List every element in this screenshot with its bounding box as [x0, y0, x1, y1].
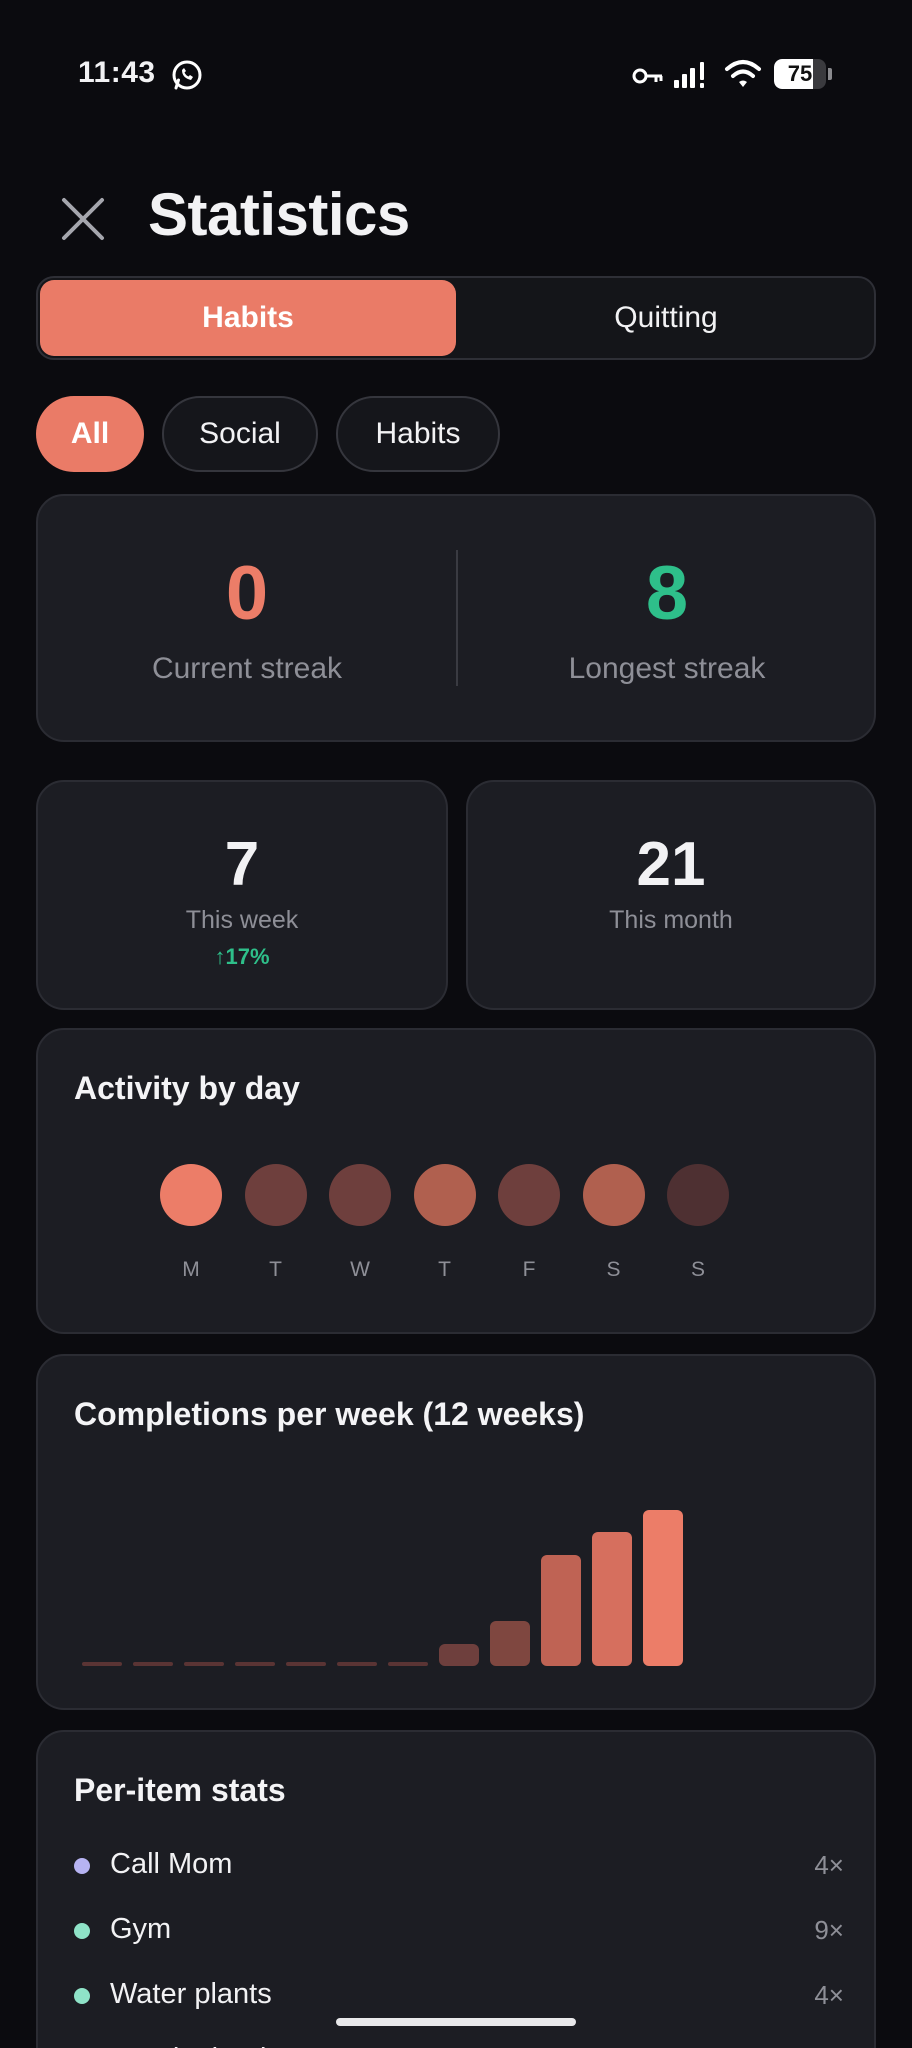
- completions-bar-chart: [82, 1496, 722, 1666]
- completions-bar: [184, 1662, 224, 1666]
- per-item-name: Water plants: [110, 1978, 272, 2010]
- activity-day-dot: [667, 1164, 729, 1226]
- activity-day-dot: [329, 1164, 391, 1226]
- activity-day-2: W: [329, 1164, 393, 1314]
- per-item-count: 9×: [814, 1915, 844, 1945]
- per-item-row[interactable]: Call Mom 4×: [74, 1842, 844, 1892]
- activity-day-label: S: [690, 1258, 705, 1281]
- streak-card: 0 Current streak 8 Longest streak: [36, 494, 876, 742]
- per-item-row[interactable]: Water plants 4×: [74, 1972, 844, 2022]
- this-week-delta: ↑17%: [214, 944, 270, 969]
- per-item-row[interactable]: Gym 9×: [74, 1907, 844, 1957]
- tab-quitting[interactable]: Quitting: [458, 280, 874, 356]
- per-item-count: 4×: [814, 1850, 844, 1880]
- battery-level: 75: [787, 61, 813, 86]
- this-week-label: This week: [185, 906, 299, 934]
- filter-chip-habits[interactable]: Habits: [336, 396, 500, 472]
- completions-bar: [235, 1662, 275, 1666]
- completions-card: Completions per week (12 weeks): [36, 1354, 876, 1710]
- per-item-name: Call Mom: [110, 1848, 233, 1880]
- per-item-stats-card: Per-item stats Call Mom 4× Gym 9× Water plan…: [36, 1730, 876, 2048]
- current-streak-value: 0: [225, 551, 269, 636]
- completions-bar: [439, 1643, 479, 1666]
- per-item-dot: [74, 1858, 90, 1874]
- completions-title: Completions per week (12 weeks): [74, 1396, 585, 1432]
- battery-icon: 75: [774, 59, 834, 89]
- page-title: Statistics: [148, 181, 410, 248]
- signal-icon: [674, 62, 704, 88]
- per-item-title: Per-item stats: [74, 1772, 286, 1808]
- completions-bar: [490, 1621, 530, 1666]
- activity-day-label: M: [182, 1258, 200, 1281]
- this-week-value: 7: [224, 830, 260, 899]
- this-month-label: This month: [609, 906, 733, 934]
- per-item-name: Read a book: [110, 2043, 274, 2048]
- whatsapp-icon: [172, 60, 202, 90]
- longest-streak-value: 8: [645, 551, 689, 636]
- status-bar: 11:43 75: [0, 0, 912, 150]
- activity-day-6: S: [667, 1164, 731, 1314]
- activity-day-label: S: [606, 1258, 621, 1281]
- type-segmented-control: Habits Quitting: [36, 276, 876, 360]
- longest-streak-label: Longest streak: [568, 652, 766, 685]
- this-month-value: 21: [636, 830, 706, 899]
- activity-day-dot: [413, 1164, 476, 1226]
- completions-bar: [388, 1662, 428, 1666]
- current-streak: 0 Current streak: [38, 496, 456, 744]
- activity-day-label: T: [269, 1258, 282, 1281]
- home-indicator: [336, 2018, 576, 2026]
- per-item-dot: [74, 1988, 90, 2004]
- wifi-icon: [725, 60, 761, 87]
- key-icon: [632, 68, 663, 84]
- activity-day-label: T: [438, 1258, 451, 1281]
- activity-day-dot: [160, 1164, 222, 1226]
- activity-day-0: M: [160, 1164, 224, 1314]
- longest-streak: 8 Longest streak: [458, 496, 876, 744]
- activity-day-dot: [582, 1164, 645, 1226]
- activity-day-dot: [244, 1164, 307, 1226]
- completions-bar: [643, 1510, 683, 1666]
- activity-day-label: W: [350, 1258, 370, 1281]
- activity-day-3: T: [413, 1164, 478, 1314]
- completions-bar: [133, 1662, 173, 1666]
- this-month-card: 21 This month: [466, 780, 876, 1010]
- close-icon[interactable]: [56, 192, 110, 246]
- completions-bar: [592, 1532, 632, 1666]
- completions-bar: [286, 1662, 326, 1666]
- activity-day-1: T: [244, 1164, 309, 1314]
- per-item-name: Gym: [110, 1913, 172, 1945]
- tab-habits[interactable]: Habits: [40, 280, 456, 356]
- per-item-count: 4×: [814, 1980, 844, 2010]
- activity-day-dot: [498, 1164, 560, 1226]
- activity-day-5: S: [582, 1164, 647, 1314]
- status-time: 11:43: [78, 56, 156, 89]
- activity-day-label: F: [522, 1258, 536, 1281]
- activity-title: Activity by day: [74, 1070, 300, 1106]
- per-item-dot: [74, 1923, 90, 1939]
- activity-by-day-card: Activity by day M T W T F S S: [36, 1028, 876, 1334]
- current-streak-label: Current streak: [151, 652, 343, 685]
- this-week-card: 7 This week ↑17%: [36, 780, 448, 1010]
- completions-bar: [82, 1662, 122, 1666]
- per-item-row[interactable]: Read a book4×: [74, 2037, 844, 2048]
- activity-day-4: F: [498, 1164, 562, 1314]
- filter-chip-social[interactable]: Social: [162, 396, 318, 472]
- completions-bar: [337, 1662, 377, 1666]
- completions-bar: [541, 1554, 581, 1666]
- filter-chip-all[interactable]: All: [36, 396, 144, 472]
